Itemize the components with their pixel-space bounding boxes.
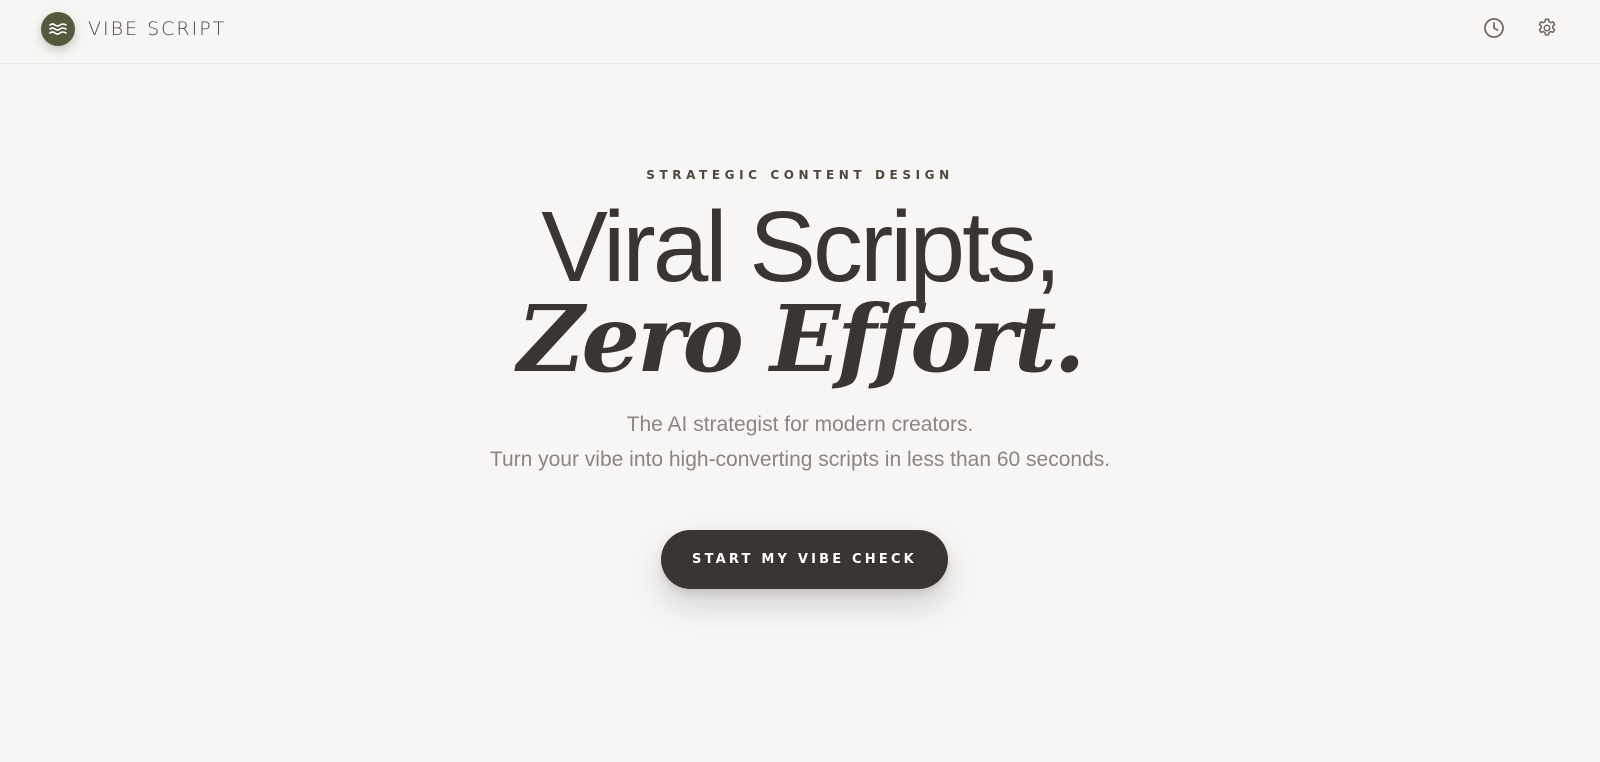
brand-name: VIBE SCRIPT	[88, 18, 227, 40]
hero-eyebrow: STRATEGIC CONTENT DESIGN	[646, 168, 954, 182]
waves-icon	[41, 12, 75, 46]
hero-subtitle-line2: Turn your vibe into high-converting scri…	[489, 448, 1111, 471]
settings-button[interactable]	[1532, 14, 1562, 44]
hero-subtitle-line1: The AI strategist for modern creators.	[626, 413, 974, 436]
history-button[interactable]	[1479, 14, 1509, 44]
top-bar: VIBE SCRIPT	[0, 0, 1600, 64]
gear-icon	[1536, 17, 1558, 42]
app-root: VIBE SCRIPT STRATEGIC CONTENT DESIGN Vir…	[0, 0, 1600, 762]
hero-section: STRATEGIC CONTENT DESIGN Viral Scripts, …	[0, 64, 1600, 762]
hero-headline-line2: Zero Effort.	[517, 285, 1085, 393]
start-vibe-check-button[interactable]: START MY VIBE CHECK	[661, 530, 948, 589]
history-clock-icon	[1483, 17, 1505, 42]
brand-home-link[interactable]: VIBE SCRIPT	[41, 12, 226, 46]
